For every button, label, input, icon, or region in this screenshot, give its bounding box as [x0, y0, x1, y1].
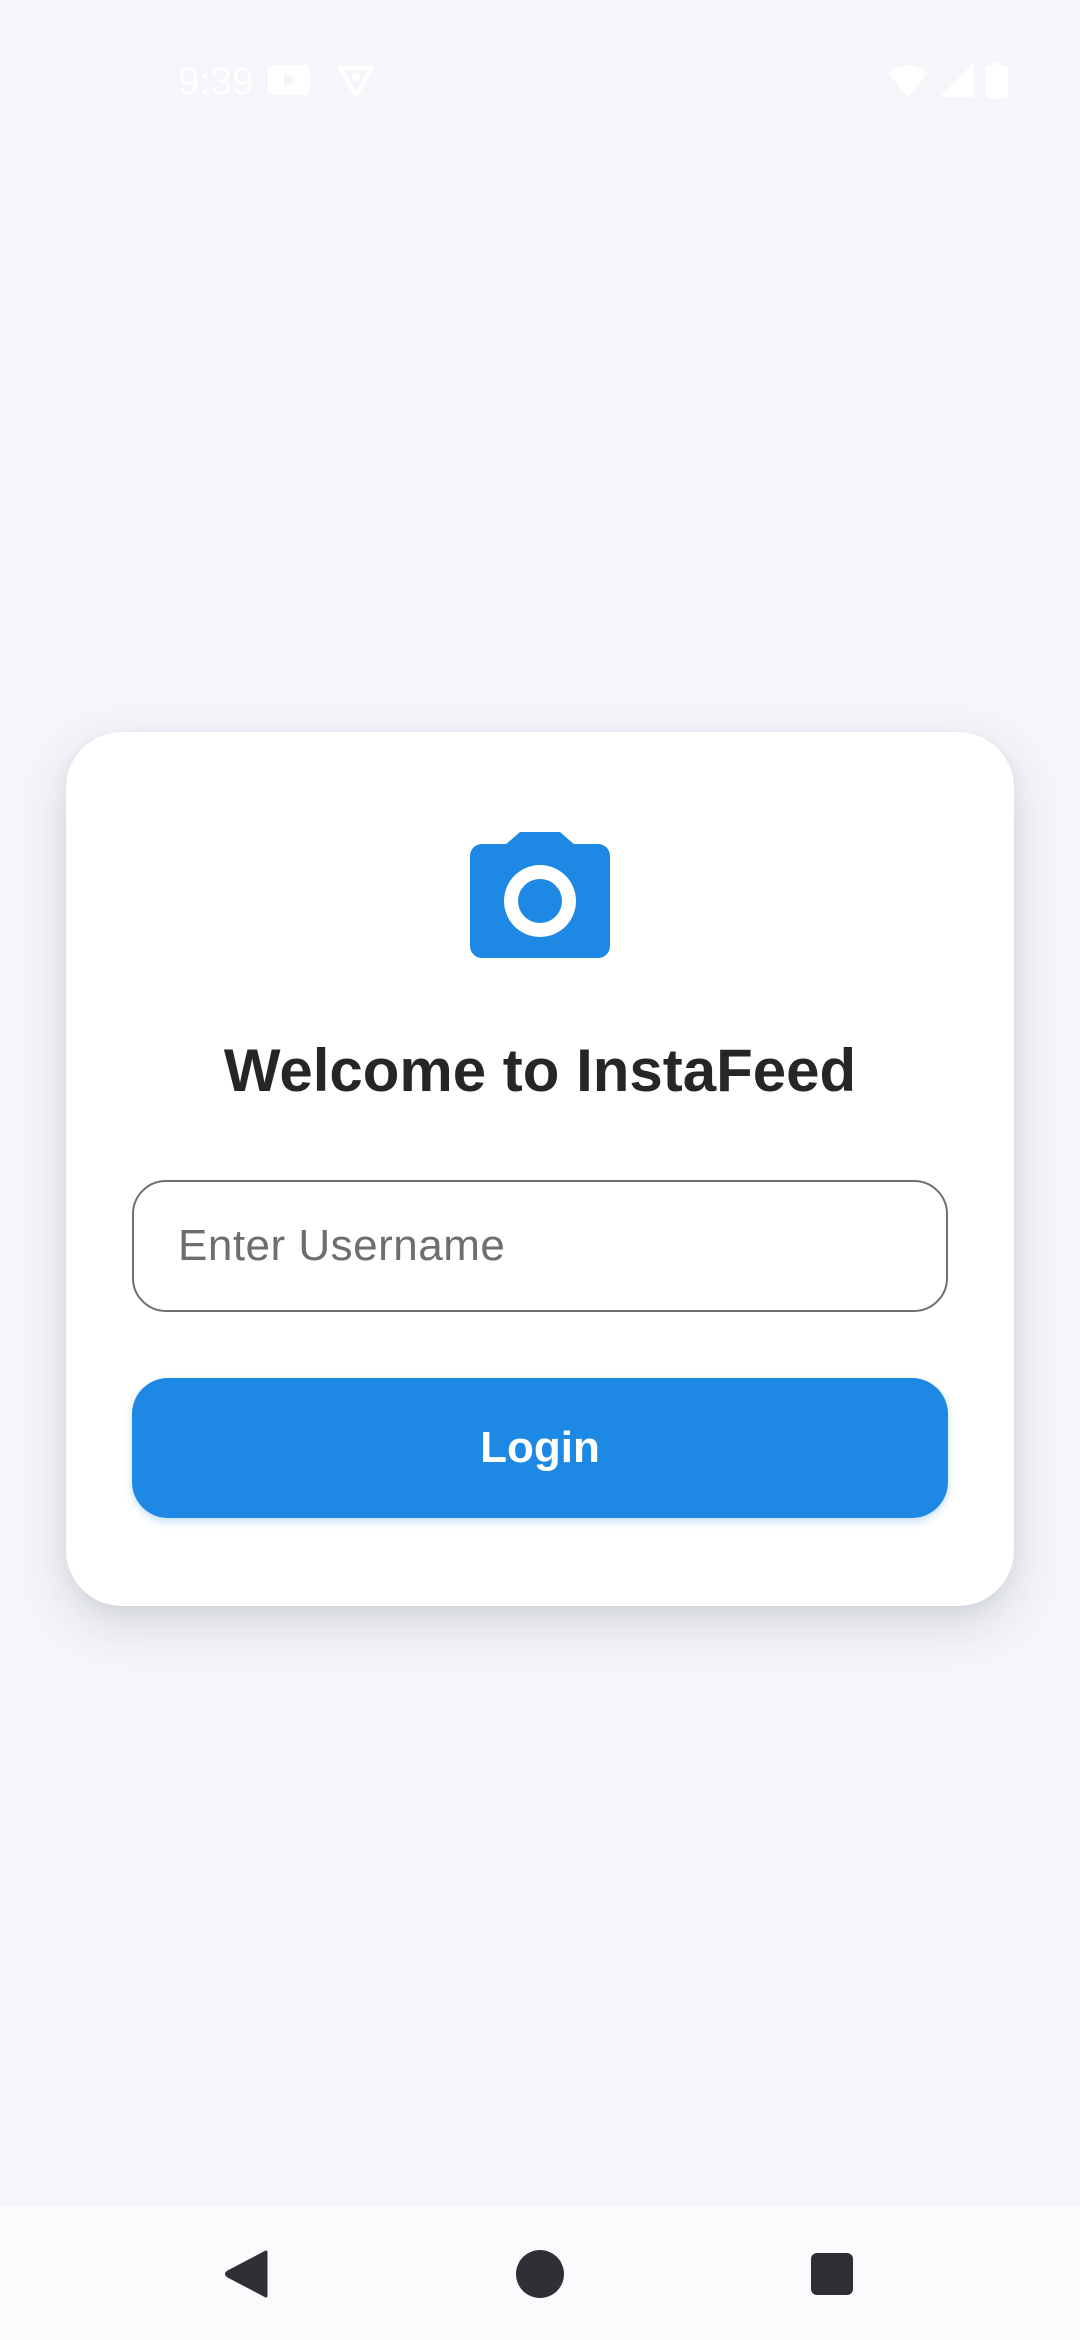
back-icon[interactable]: [222, 2248, 274, 2300]
login-button[interactable]: Login: [132, 1378, 948, 1518]
home-icon[interactable]: [514, 2248, 566, 2300]
wifi-icon: [888, 63, 928, 102]
username-input[interactable]: [178, 1221, 898, 1271]
vpn-shield-icon: [337, 62, 374, 103]
status-bar: 9:39: [0, 0, 1080, 160]
status-left: 9:39: [178, 58, 374, 106]
cellular-signal-icon: [940, 62, 974, 102]
status-time: 9:39: [178, 60, 254, 103]
recents-icon[interactable]: [806, 2248, 858, 2300]
username-field[interactable]: [132, 1180, 948, 1312]
youtube-icon: [267, 64, 310, 100]
camera-icon: [470, 832, 610, 958]
page-title: Welcome to InstaFeed: [223, 1037, 857, 1104]
navigation-bar: [0, 2206, 1080, 2340]
battery-icon: [986, 61, 1008, 103]
status-right: [888, 60, 1008, 104]
